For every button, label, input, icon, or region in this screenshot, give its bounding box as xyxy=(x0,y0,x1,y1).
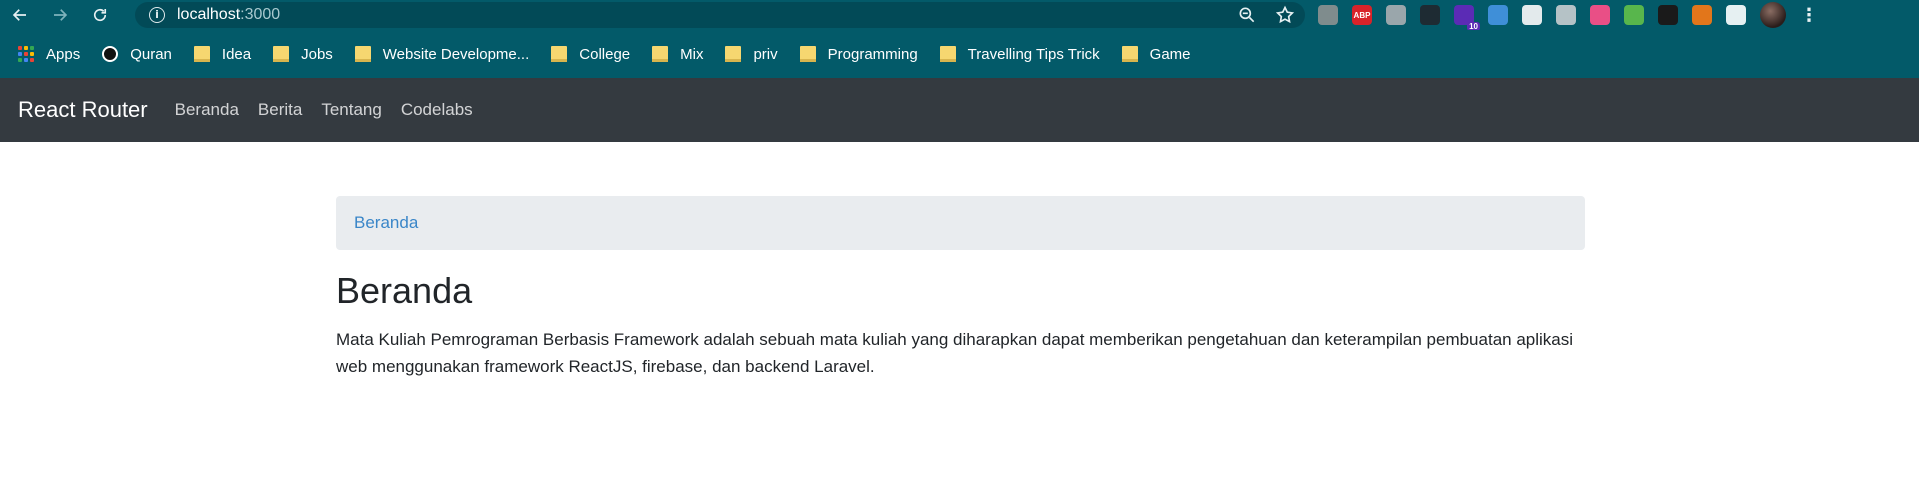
extensions-tray: ABP 10 ⋮ xyxy=(1318,2,1818,31)
extension-label: ABP xyxy=(1353,10,1371,20)
url-text[interactable]: localhost:3000 xyxy=(177,6,280,24)
bookmark-label: Travelling Tips Trick xyxy=(967,45,1100,63)
spy-extension-icon[interactable] xyxy=(1420,5,1440,25)
apps-grid-icon xyxy=(18,46,34,62)
folder-icon xyxy=(273,46,290,62)
nav-link-codelabs[interactable]: Codelabs xyxy=(401,100,473,120)
folder-icon xyxy=(725,46,742,62)
folder-icon xyxy=(652,46,669,62)
arrow-left-icon xyxy=(12,9,26,21)
chat-extension-icon[interactable] xyxy=(1386,5,1406,25)
reload-button[interactable] xyxy=(80,0,120,30)
nav-link-berita[interactable]: Berita xyxy=(258,100,302,120)
bookmark-label: Game xyxy=(1149,45,1191,63)
breadcrumb: Beranda xyxy=(336,196,1585,250)
address-bar[interactable]: i localhost:3000 xyxy=(135,2,1305,28)
adblock-plus-icon[interactable]: ABP xyxy=(1352,5,1372,25)
ninja-extension-icon[interactable] xyxy=(1658,5,1678,25)
nav-link-tentang[interactable]: Tentang xyxy=(321,100,382,120)
page-description: Mata Kuliah Pemrograman Berbasis Framewo… xyxy=(336,330,1574,376)
bookmark-label: Programming xyxy=(827,45,918,63)
site-info-icon[interactable]: i xyxy=(149,7,165,23)
color-picker-extension-icon[interactable] xyxy=(1590,5,1610,25)
bookmark-travelling-tips-trick[interactable]: Travelling Tips Trick xyxy=(939,45,1100,63)
bookmark-quran[interactable]: Quran xyxy=(102,46,172,63)
bookmark-jobs[interactable]: Jobs xyxy=(273,46,333,63)
folder-icon xyxy=(1121,46,1138,62)
omnibox-actions xyxy=(1237,5,1295,25)
bookmark-apps[interactable]: Apps xyxy=(18,46,80,63)
url-host: localhost xyxy=(177,6,241,23)
folder-icon xyxy=(193,46,210,62)
browser-toolbar: i localhost:3000 ABP 10 ⋮ xyxy=(0,0,1919,31)
profile-avatar[interactable] xyxy=(1760,2,1786,28)
quran-icon xyxy=(102,46,119,62)
bookmark-label: priv xyxy=(753,45,778,63)
app-navbar: React Router Beranda Berita Tentang Code… xyxy=(0,78,1919,142)
navbar-brand[interactable]: React Router xyxy=(18,97,148,123)
back-button[interactable] xyxy=(0,0,40,30)
metamask-extension-icon[interactable] xyxy=(1692,5,1712,25)
bookmark-website-developme[interactable]: Website Developme... xyxy=(354,45,530,63)
bookmark-label: Quran xyxy=(130,45,172,63)
main-content: Beranda Beranda Mata Kuliah Pemrograman … xyxy=(336,196,1585,380)
forward-button[interactable] xyxy=(40,0,80,30)
download-extension-icon[interactable] xyxy=(1488,5,1508,25)
puzzle-extensions-icon[interactable] xyxy=(1726,5,1746,25)
bookmark-programming[interactable]: Programming xyxy=(799,45,918,63)
url-port: :3000 xyxy=(240,6,281,23)
reload-icon xyxy=(93,8,107,22)
gem-extension-icon[interactable]: 10 xyxy=(1454,5,1480,31)
document-extension-icon[interactable] xyxy=(1522,5,1542,25)
globe-extension-icon[interactable] xyxy=(1318,5,1338,25)
bookmark-label: Apps xyxy=(46,45,81,63)
bookmark-label: Mix xyxy=(680,45,704,63)
bookmark-label: Jobs xyxy=(301,45,333,63)
page-title: Beranda xyxy=(336,270,473,311)
folder-icon xyxy=(799,46,816,62)
breadcrumb-item-beranda[interactable]: Beranda xyxy=(354,213,418,233)
folder-icon xyxy=(551,46,568,62)
bookmarks-bar: Apps Quran Idea Jobs Website Developme... Col… xyxy=(0,30,1919,78)
nav-link-beranda[interactable]: Beranda xyxy=(175,100,239,120)
bookmark-game[interactable]: Game xyxy=(1121,45,1191,63)
earth-extension-icon[interactable] xyxy=(1624,5,1644,25)
bookmark-label: College xyxy=(579,45,631,63)
bookmark-priv[interactable]: priv xyxy=(725,45,778,63)
bookmark-label: Website Developme... xyxy=(382,45,530,63)
bookmark-college[interactable]: College xyxy=(551,46,630,63)
bookmark-label: Idea xyxy=(221,45,252,63)
camera-extension-icon[interactable] xyxy=(1556,5,1576,25)
zoom-out-icon[interactable] xyxy=(1237,5,1257,25)
bookmark-star-icon[interactable] xyxy=(1275,5,1295,25)
folder-icon xyxy=(354,46,371,62)
browser-menu-icon[interactable]: ⋮ xyxy=(1800,6,1818,24)
folder-icon xyxy=(939,46,956,62)
bookmark-idea[interactable]: Idea xyxy=(193,45,252,63)
arrow-right-icon xyxy=(54,9,68,21)
bookmark-mix[interactable]: Mix xyxy=(652,46,703,63)
